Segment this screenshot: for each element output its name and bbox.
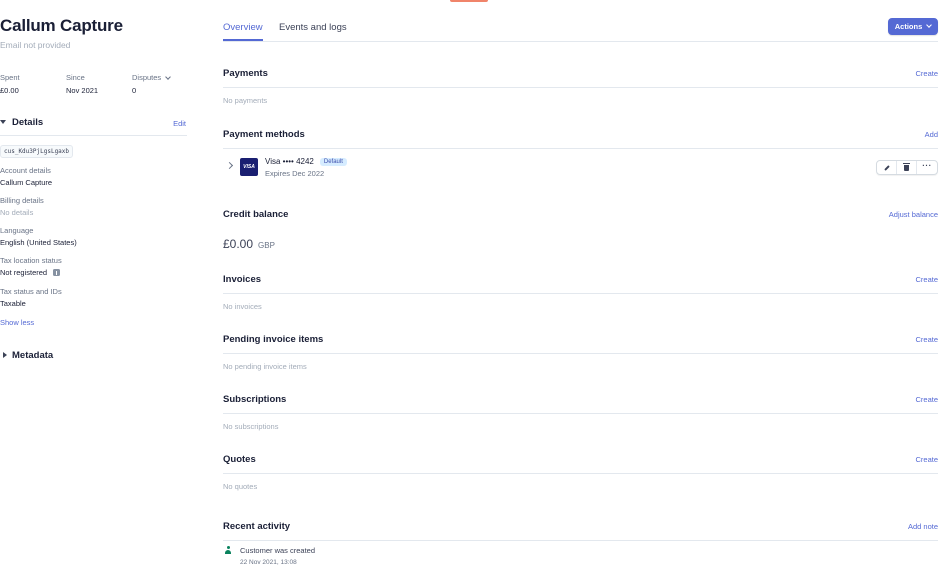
payments-create-link[interactable]: Create	[915, 69, 938, 78]
activity-time: 22 Nov 2021, 13:08	[240, 559, 297, 566]
empty-state: No subscriptions	[223, 422, 279, 431]
field-billing-details: Billing details No details	[0, 196, 44, 217]
section-header: Pending invoice items Create	[223, 334, 938, 354]
payment-method-row[interactable]: VISA Visa •••• 4242 Default Expires Dec …	[223, 156, 938, 182]
more-card-button[interactable]: ···	[917, 161, 937, 174]
section-title: Payments	[223, 68, 268, 79]
stat-since-label: Since	[66, 73, 85, 82]
stat-spent-value: £0.00	[0, 86, 19, 95]
section-header: Quotes Create	[223, 454, 938, 474]
field-label: Tax status and IDs	[0, 287, 62, 296]
disputes-dropdown[interactable]: Disputes	[132, 73, 172, 82]
section-title: Credit balance	[223, 209, 289, 220]
quotes-create-link[interactable]: Create	[915, 455, 938, 464]
delete-card-button[interactable]	[897, 161, 917, 174]
section-header: Payments Create	[223, 68, 938, 88]
section-header: Subscriptions Create	[223, 394, 938, 414]
caret-right-icon	[3, 352, 7, 358]
chevron-down-icon	[165, 73, 172, 80]
person-icon	[225, 546, 231, 554]
trash-icon	[903, 162, 910, 171]
add-note-link[interactable]: Add note	[908, 522, 938, 531]
tab-events-and-logs[interactable]: Events and logs	[279, 22, 347, 39]
chevron-down-icon	[926, 22, 933, 28]
details-edit-link[interactable]: Edit	[173, 119, 186, 128]
section-title: Subscriptions	[223, 394, 287, 405]
section-title: Recent activity	[223, 521, 291, 532]
activity-item: Customer was created 22 Nov 2021, 13:08	[223, 545, 938, 575]
section-header: Credit balance Adjust balance	[223, 209, 938, 229]
section-header: Recent activity Add note	[223, 521, 938, 541]
adjust-balance-link[interactable]: Adjust balance	[889, 210, 938, 219]
pencil-icon	[883, 164, 890, 171]
payment-methods-add-link[interactable]: Add	[925, 130, 938, 139]
empty-state: No invoices	[223, 302, 262, 311]
more-icon: ···	[922, 161, 932, 170]
field-language: Language English (United States)	[0, 226, 77, 247]
customer-id-chip[interactable]: cus_Kdu3PjLgsLgaxb	[0, 145, 74, 158]
section-header: Payment methods Add	[223, 129, 938, 149]
section-title: Quotes	[223, 454, 256, 465]
visa-card-icon: VISA	[240, 158, 258, 176]
field-account-details: Account details Callum Capture	[0, 166, 52, 187]
field-tax-location-status: Tax location status Not registered	[0, 256, 62, 277]
stat-since: Since Nov 2021	[66, 73, 98, 95]
section-title: Payment methods	[223, 129, 305, 140]
field-value: English (United States)	[0, 238, 77, 247]
main-content: Overview Events and logs Actions Payment…	[223, 0, 938, 579]
customer-name: Callum Capture	[0, 16, 123, 35]
info-icon[interactable]	[53, 269, 61, 276]
customer-email: Email not provided	[0, 40, 71, 50]
stat-disputes-value: 0	[132, 86, 137, 95]
empty-state: No payments	[223, 96, 268, 105]
field-label: Account details	[0, 166, 51, 175]
invoices-create-link[interactable]: Create	[915, 275, 938, 284]
field-label: Billing details	[0, 196, 44, 205]
stat-spent: Spent £0.00	[0, 73, 20, 95]
section-title: Pending invoice items	[223, 334, 324, 345]
edit-card-button[interactable]	[877, 161, 897, 174]
stat-disputes-label: Disputes	[132, 73, 162, 82]
field-value-row: Not registered	[0, 268, 62, 277]
field-tax-status: Tax status and IDs Taxable	[0, 287, 62, 308]
pending-items-create-link[interactable]: Create	[915, 335, 938, 344]
actions-button-label: Actions	[894, 22, 923, 31]
default-badge: Default	[319, 157, 347, 166]
field-value: Not registered	[0, 268, 48, 277]
activity-text: Customer was created	[240, 546, 316, 555]
card-summary: Visa •••• 4242 Default	[265, 157, 347, 166]
credit-balance-value: £0.00 GBP	[223, 237, 275, 251]
tab-overview[interactable]: Overview	[223, 22, 263, 41]
field-label: Tax location status	[0, 256, 62, 265]
card-expiry: Expires Dec 2022	[265, 169, 325, 178]
customer-sidebar: Callum Capture Email not provided Spent …	[0, 0, 190, 579]
empty-state: No pending invoice items	[223, 362, 307, 371]
actions-button[interactable]: Actions	[888, 18, 938, 35]
empty-state: No quotes	[223, 482, 258, 491]
section-title: Invoices	[223, 274, 262, 285]
stat-since-value: Nov 2021	[66, 86, 99, 95]
stat-disputes[interactable]: Disputes 0	[132, 73, 172, 95]
balance-currency: GBP	[258, 241, 275, 250]
balance-amount: £0.00	[223, 237, 254, 251]
details-title[interactable]: Details	[12, 117, 43, 128]
details-header: Details Edit	[0, 117, 187, 136]
caret-down-icon[interactable]	[0, 120, 6, 124]
stat-spent-label: Spent	[0, 73, 20, 82]
chevron-right-icon[interactable]	[225, 161, 234, 170]
field-value: Taxable	[0, 299, 26, 308]
subscriptions-create-link[interactable]: Create	[915, 395, 938, 404]
field-label: Language	[0, 226, 34, 235]
field-value: No details	[0, 208, 34, 217]
metadata-title: Metadata	[12, 350, 54, 361]
card-action-group: ···	[876, 160, 938, 175]
show-less-link[interactable]: Show less	[0, 318, 34, 327]
field-value: Callum Capture	[0, 178, 53, 187]
section-header: Invoices Create	[223, 274, 938, 294]
card-label: Visa •••• 4242	[265, 157, 314, 166]
tab-bar: Overview Events and logs	[223, 18, 938, 42]
